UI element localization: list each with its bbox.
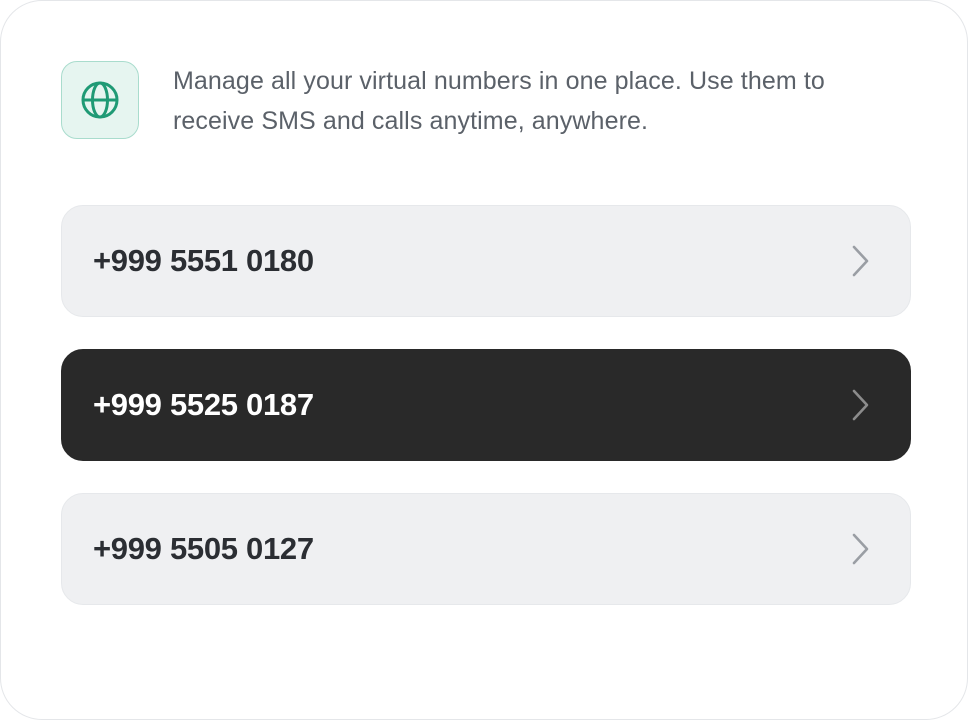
number-list: +999 5551 0180 +999 5525 0187 +999 5505 …: [61, 205, 911, 637]
chevron-right-icon: [848, 244, 872, 278]
card-header: Manage all your virtual numbers in one p…: [61, 61, 833, 141]
phone-number: +999 5505 0127: [93, 531, 314, 566]
number-row[interactable]: +999 5551 0180: [61, 205, 911, 317]
globe-icon-badge: [61, 61, 139, 139]
chevron-right-icon: [848, 388, 872, 422]
phone-number: +999 5551 0180: [93, 243, 314, 278]
globe-icon: [81, 81, 119, 119]
phone-number: +999 5525 0187: [93, 387, 314, 422]
header-description: Manage all your virtual numbers in one p…: [173, 67, 825, 135]
numbers-card: Manage all your virtual numbers in one p…: [0, 0, 968, 720]
number-row[interactable]: +999 5505 0127: [61, 493, 911, 605]
chevron-right-icon: [848, 532, 872, 566]
number-row-selected[interactable]: +999 5525 0187: [61, 349, 911, 461]
